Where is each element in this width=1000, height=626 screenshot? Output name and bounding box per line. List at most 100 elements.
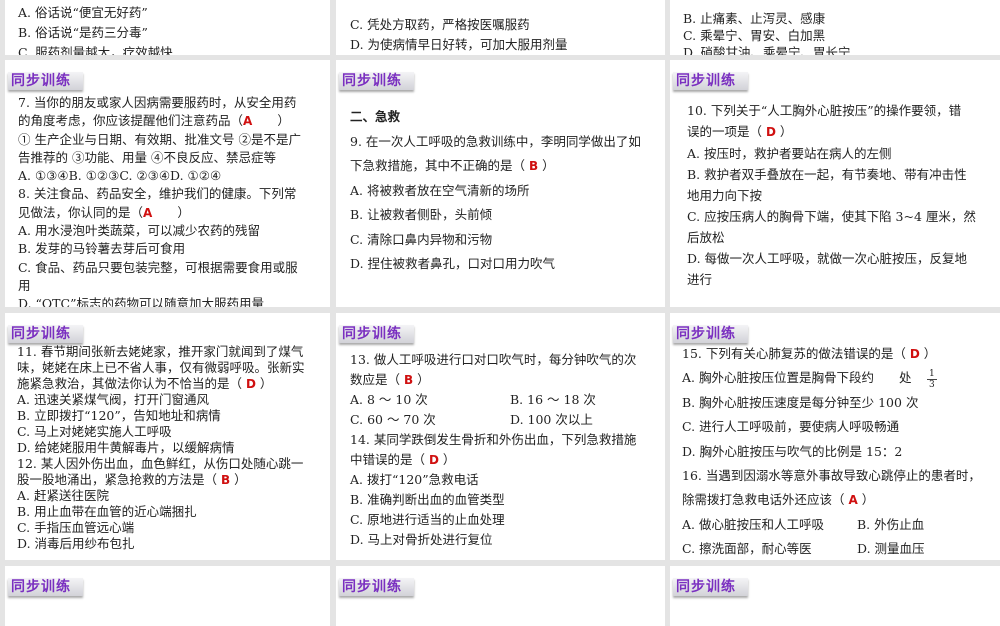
line-suffix: ） — [152, 204, 190, 220]
text-line: C. 服药剂量越大，疗效越快 — [18, 43, 322, 55]
text-line: 后放松 — [687, 227, 992, 248]
line-suffix: ） — [438, 452, 456, 467]
text-line: 7. 当你的朋友或家人因病需要服药时，从安全用药 — [18, 94, 322, 112]
slide-panel[interactable]: 同步训练 — [5, 566, 330, 626]
line-suffix: ） — [538, 158, 555, 173]
text-line: C. 食品、药品只要包装完整，可根据需要食用或服 — [18, 259, 322, 277]
line-text: 16. 当遇到因溺水等意外事故导致心跳停止的患者时， — [682, 468, 981, 484]
text-line: C. 原地进行适当的止血处理 — [350, 510, 657, 530]
text-line: 施紧急救治，其做法你认为不恰当的是（ D ） — [17, 376, 322, 392]
line-text: B. 俗话说“是药三分毒” — [18, 25, 148, 40]
text-line: 除需拨打急救电话外还应该（ A ） — [682, 488, 992, 512]
slide-panel[interactable]: 同步训练 13. 做人工呼吸进行口对口吹气时，每分钟吹气的次 数应是（ B ） A. … — [336, 313, 665, 560]
text-line: 地用力向下按 — [687, 185, 992, 206]
line-text: 11. 春节期间张新去姥姥家，推开家门就闻到了煤气 — [17, 344, 304, 359]
text-line: B. 止痛素、止泻灵、感康 — [683, 10, 992, 27]
slide-panel[interactable]: 同步训练 二、急救 9. 在一次人工呼吸的急救训练中，李明同学做出了如 下急救措施，其… — [336, 60, 665, 307]
line-suffix: ） — [775, 124, 793, 139]
section-badge: 同步训练 — [8, 325, 83, 343]
line-suffix: ） — [252, 113, 290, 129]
line-text: 味，姥姥在床上已不省人事，仅有微弱呼吸。张新实 — [17, 360, 305, 375]
section-badge: 同步训练 — [339, 578, 414, 596]
line-text: D. 硝酸甘油、乘晕宁、胃长宁 — [683, 45, 851, 55]
slide-panel[interactable]: 同步训练 10. 下列关于“人工胸外心脏按压”的操作要领，错 误的一项是（ D ） A… — [670, 60, 1000, 307]
text-line: A. 8 ～ 10 次 B. 16 ～ 18 次 — [350, 390, 657, 410]
line-text: 除需拨打急救电话外还应该（ — [682, 492, 849, 508]
line-suffix: ） — [919, 346, 937, 361]
text-line: D. 胸外心脏按压与吹气的比例是 15：2 — [682, 440, 992, 464]
text-line: 15. 下列有关心肺复苏的做法错误的是（ D ） — [682, 342, 992, 366]
line-text: 下急救措施，其中不正确的是（ — [350, 158, 529, 173]
line-text: B. 用止血带在血管的近心端捆扎 — [17, 504, 197, 519]
line-text: 用 — [18, 277, 31, 293]
line-text: 9. 在一次人工呼吸的急救训练中，李明同学做出了如 — [350, 133, 641, 149]
section-badge: 同步训练 — [673, 325, 748, 343]
text-line: C. 进行人工呼吸前，要使病人呼吸畅通 — [682, 415, 992, 439]
line-text: B. 胸外心脏按压速度是每分钟至少 100 次 — [682, 394, 919, 410]
line-text: A. 拨打“120”急救电话 — [350, 472, 479, 487]
option-right-column: B. 外伤止血 — [857, 516, 925, 532]
answer-letter: D — [909, 347, 920, 361]
text-line: 13. 做人工呼吸进行口对口吹气时，每分钟吹气的次 — [350, 350, 657, 370]
text-line: C. 凭处方取药，严格按医嘱服药 — [350, 15, 657, 35]
text-line: 16. 当遇到因溺水等意外事故导致心跳停止的患者时， — [682, 464, 992, 488]
slide-panel[interactable]: A. 俗话说“便宜无好药” B. 俗话说“是药三分毒” C. 服药剂量越大，疗效越快 — [5, 0, 330, 55]
slide-panel[interactable]: C. 凭处方取药，严格按医嘱服药 D. 为使病情早日好转，可加大服用剂量 — [336, 0, 665, 55]
line-text: A. 做心脏按压和人工呼吸 — [682, 516, 824, 532]
answer-letter: A — [243, 114, 253, 129]
slide-panel[interactable]: 同步训练 15. 下列有关心肺复苏的做法错误的是（ D ） A. 胸外心脏按压位置是… — [670, 313, 1000, 560]
line-text: A. 按压时，救护者要站在病人的左侧 — [687, 146, 892, 161]
section-badge: 同步训练 — [8, 72, 83, 90]
text-line: B. 俗话说“是药三分毒” — [18, 23, 322, 43]
line-text: A. 赶紧送往医院 — [17, 488, 109, 503]
text-line: C. 擦洗面部，耐心等医 D. 测量血压 — [682, 537, 992, 560]
text-line: 14. 某同学跌倒发生骨折和外伤出血，下列急救措施 — [350, 430, 657, 450]
slide-panel[interactable]: 同步训练 — [336, 566, 665, 626]
text-line: C. 乘晕宁、胃安、白加黑 — [683, 27, 992, 44]
line-text: B. 立即拨打“120”，告知地址和病情 — [17, 408, 221, 423]
question-text: 15. 下列有关心肺复苏的做法错误的是（ D ） A. 胸外心脏按压位置是胸骨下段… — [682, 342, 992, 560]
text-line: A. 将被救者放在空气清新的场所 — [350, 179, 657, 204]
text-line: 用 — [18, 277, 322, 295]
text-line: 11. 春节期间张新去姥姥家，推开家门就闻到了煤气 — [17, 344, 322, 360]
slide-panel[interactable]: 同步训练 7. 当你的朋友或家人因病需要服药时，从安全用药 的角度考虑，你应该提醒他… — [5, 60, 330, 307]
text-line: D. 消毒后用纱布包扎 — [17, 536, 322, 552]
line-text: 数应是（ — [350, 372, 404, 387]
line-text: 见做法，你认同的是（ — [18, 204, 144, 220]
text-line: B. 胸外心脏按压速度是每分钟至少 100 次 — [682, 391, 992, 415]
slide-panel[interactable]: 同步训练 — [670, 566, 1000, 626]
text-line: D. 给姥姥服用牛黄解毒片，以缓解病情 — [17, 440, 322, 456]
text-line: 味，姥姥在床上已不省人事，仅有微弱呼吸。张新实 — [17, 360, 322, 376]
text-line: A. 做心脏按压和人工呼吸 B. 外伤止血 — [682, 513, 992, 537]
line-suffix: ） — [230, 472, 247, 487]
line-text: 二、急救 — [350, 109, 401, 124]
question-text: C. 凭处方取药，严格按医嘱服药 D. 为使病情早日好转，可加大服用剂量 — [350, 15, 657, 55]
text-line: B. 立即拨打“120”，告知地址和病情 — [17, 408, 322, 424]
text-line: B. 用止血带在血管的近心端捆扎 — [17, 504, 322, 520]
question-text: 二、急救 9. 在一次人工呼吸的急救训练中，李明同学做出了如 下急救措施，其中不正确… — [350, 105, 657, 277]
line-text: B. 救护者双手叠放在一起，有节奏地、带有冲击性 — [687, 167, 967, 182]
line-text: C. 食品、药品只要包装完整，可根据需要食用或服 — [18, 259, 298, 275]
line-text: C. 清除口鼻内异物和污物 — [350, 231, 493, 247]
text-line: A. 拨打“120”急救电话 — [350, 470, 657, 490]
text-line: C. 60 ～ 70 次 D. 100 次以上 — [350, 410, 657, 430]
text-line: C. 马上对姥姥实施人工呼吸 — [17, 424, 322, 440]
line-text: D. 马上对骨折处进行复位 — [350, 532, 493, 547]
line-text: D. 捏住被救者鼻孔，口对口用力吹气 — [350, 256, 556, 271]
question-text: A. 俗话说“便宜无好药” B. 俗话说“是药三分毒” C. 服药剂量越大，疗效越快 — [18, 3, 322, 55]
line-suffix: ） — [857, 492, 875, 508]
text-line: B. 准确判断出血的血管类型 — [350, 490, 657, 510]
text-line: ① 生产企业与日期、有效期、批准文号 ②是不是广 — [18, 131, 322, 149]
text-line: A. 按压时，救护者要站在病人的左侧 — [687, 143, 992, 164]
slide-panel[interactable]: 同步训练 11. 春节期间张新去姥姥家，推开家门就闻到了煤气 味，姥姥在床上已不省人… — [5, 313, 330, 560]
text-line: C. 手指压血管远心端 — [17, 520, 322, 536]
line-text: 8. 关注食品、药品安全，维护我们的健康。下列常 — [18, 186, 297, 202]
line-text: 进行 — [687, 272, 713, 287]
text-line: B. 救护者双手叠放在一起，有节奏地、带有冲击性 — [687, 164, 992, 185]
slide-panel[interactable]: B. 止痛素、止泻灵、感康 C. 乘晕宁、胃安、白加黑 D. 硝酸甘油、乘晕宁、胃长… — [670, 0, 1000, 55]
text-line: 误的一项是（ D ） — [687, 121, 992, 143]
line-text: B. 止痛素、止泻灵、感康 — [683, 11, 826, 26]
text-line: A. 迅速关紧煤气阀，打开门窗通风 — [17, 392, 322, 408]
line-text: C. 服药剂量越大，疗效越快 — [18, 45, 173, 55]
line-text: 后放松 — [687, 230, 725, 245]
